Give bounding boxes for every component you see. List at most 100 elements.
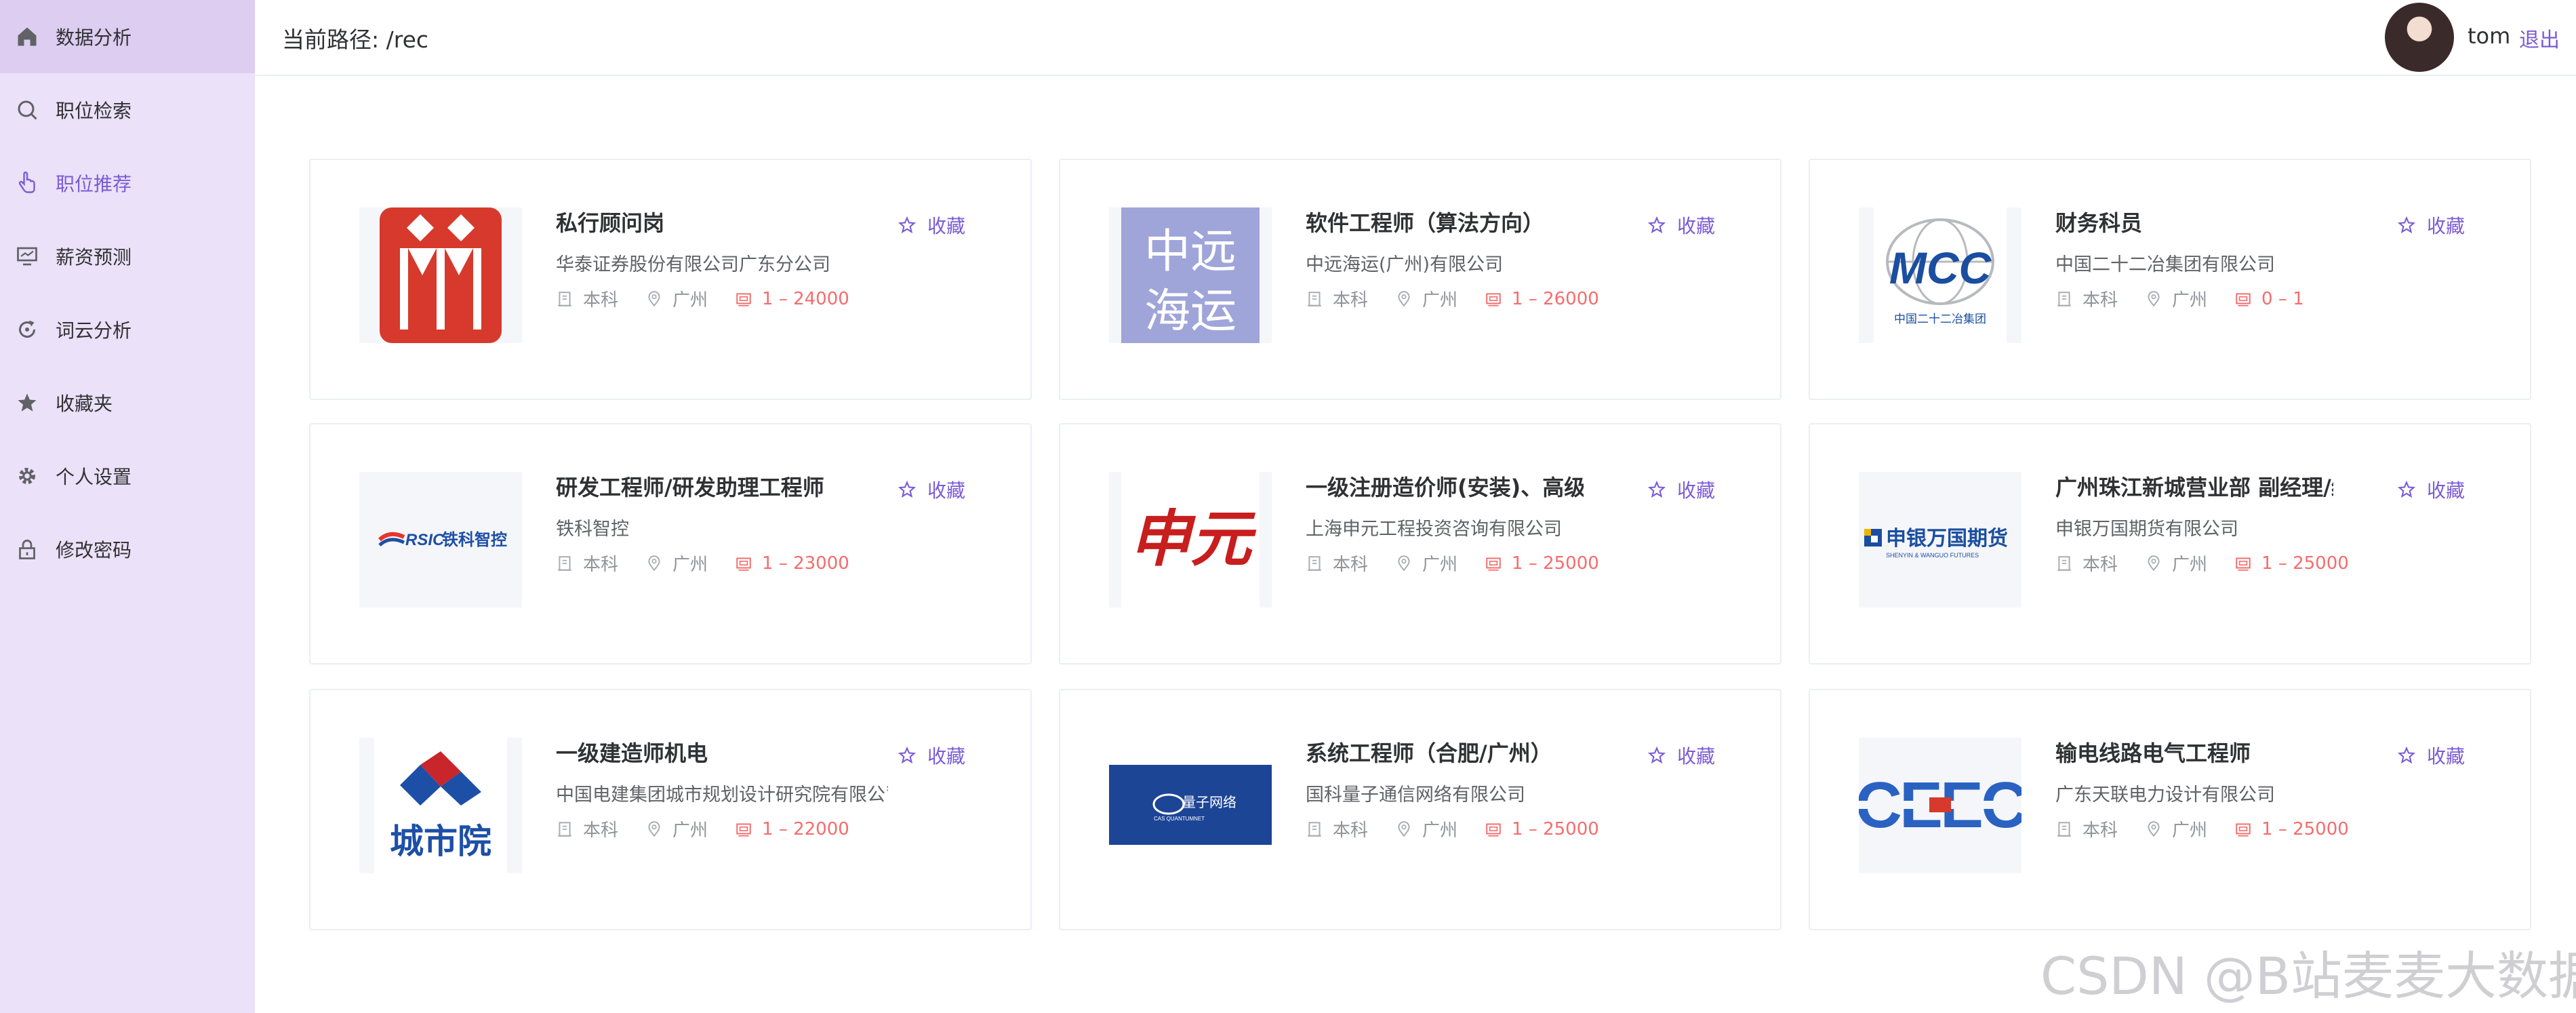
job-title[interactable]: 广州珠江新城营业部 副经理/经理助理 <box>2055 471 2333 502</box>
avatar[interactable] <box>2385 3 2454 72</box>
city: 广州 <box>1422 290 1458 311</box>
education: 本科 <box>583 820 619 841</box>
job-title[interactable]: 软件工程师（算法方向） <box>1306 206 1584 237</box>
favorite-label: 收藏 <box>2427 479 2466 502</box>
svg-text:CAS QUANTUMNET: CAS QUANTUMNET <box>1154 816 1205 822</box>
sidebar-item-label: 修改密码 <box>56 539 132 561</box>
job-title[interactable]: 一级建造师机电 <box>556 736 834 768</box>
sidebar-item-label: 职位检索 <box>56 100 132 122</box>
top-header: 当前路径: /rec tom 退出 <box>255 0 2576 76</box>
search-icon <box>18 100 37 120</box>
education: 本科 <box>1333 555 1369 575</box>
job-card[interactable]: 私行顾问岗 华泰证券股份有限公司广东分公司 本科 广州 1 – 24000 收藏 <box>309 159 1032 400</box>
money-icon <box>2236 822 2251 837</box>
job-card[interactable]: MCC 中国二十二冶集团 财务科员 中国二十二冶集团有限公司 本科 广州 0 –… <box>1809 159 2531 400</box>
watermark: CSDN @B站麦麦大数据 <box>2040 946 2576 1006</box>
favorite-label: 收藏 <box>1677 479 1716 502</box>
job-card[interactable]: 城市院 一级建造师机电 中国电建集团城市规划设计研究院有限公司 本科 广州 1 … <box>309 689 1032 930</box>
sidebar-item-label: 词云分析 <box>56 319 132 342</box>
job-title[interactable]: 系统工程师（合肥/广州） <box>1306 736 1584 768</box>
sidebar-item-label: 职位推荐 <box>56 173 132 195</box>
favorite-button[interactable]: 收藏 <box>2397 476 2465 503</box>
company-logo: RSIC 铁科智控 <box>359 472 522 608</box>
favorite-label: 收藏 <box>2427 745 2466 768</box>
location-icon <box>648 290 660 306</box>
location-icon <box>648 820 660 837</box>
money-icon <box>1486 822 1501 837</box>
svg-text:SHENYIN & WANGUO FUTURES: SHENYIN & WANGUO FUTURES <box>1886 552 1979 559</box>
sidebar-item-data-analysis[interactable]: 数据分析 <box>0 0 255 73</box>
company-logo: CEEC <box>1859 738 2021 873</box>
favorite-button[interactable]: 收藏 <box>1647 476 1715 503</box>
city: 广州 <box>1422 555 1458 575</box>
favorite-button[interactable]: 收藏 <box>2397 212 2465 239</box>
job-title[interactable]: 研发工程师/研发助理工程师 <box>556 471 834 502</box>
city: 广州 <box>2172 290 2208 311</box>
building-icon <box>1308 821 1321 837</box>
education: 本科 <box>583 555 619 575</box>
sidebar-item-label: 收藏夹 <box>56 393 113 415</box>
favorite-button[interactable]: 收藏 <box>898 212 965 239</box>
job-card[interactable]: 申银万国期货 SHENYIN & WANGUO FUTURES 广州珠江新城营业… <box>1809 423 2531 664</box>
star-outline-icon <box>898 216 917 234</box>
job-card[interactable]: CEEC 输电线路电气工程师 广东天联电力设计有限公司 本科 广州 1 – 25… <box>1809 689 2531 930</box>
favorite-button[interactable]: 收藏 <box>898 476 965 503</box>
job-card[interactable]: 申元 一级注册造价师(安装)、高级工程师 上海申元工程投资咨询有限公司 本科 广… <box>1059 423 1782 664</box>
job-card[interactable]: 中远 海运 软件工程师（算法方向） 中远海运(广州)有限公司 本科 广州 1 –… <box>1059 159 1782 400</box>
favorite-label: 收藏 <box>1677 745 1716 768</box>
salary: 1 – 25000 <box>1512 553 1599 574</box>
city: 广州 <box>2172 820 2208 841</box>
favorite-button[interactable]: 收藏 <box>1647 742 1715 769</box>
favorite-button[interactable]: 收藏 <box>2397 742 2465 769</box>
logout-link[interactable]: 退出 <box>2519 23 2560 53</box>
company-logo: MCC 中国二十二冶集团 <box>1859 207 2021 343</box>
money-icon <box>1486 292 1501 306</box>
svg-text:RSIC: RSIC <box>405 531 445 549</box>
svg-text:铁科智控: 铁科智控 <box>442 530 507 549</box>
job-title[interactable]: 一级注册造价师(安装)、高级工程师 <box>1306 471 1584 502</box>
money-icon <box>2236 292 2251 306</box>
location-icon <box>648 555 660 571</box>
sidebar-item-job-search[interactable]: 职位检索 <box>0 73 255 146</box>
salary: 0 – 1 <box>2261 288 2304 309</box>
job-card[interactable]: RSIC 铁科智控 研发工程师/研发助理工程师 铁科智控 本科 广州 1 – 2… <box>309 423 1032 664</box>
star-outline-icon <box>898 746 917 764</box>
sidebar-item-favorites[interactable]: 收藏夹 <box>0 366 255 439</box>
svg-text:申银万国期货: 申银万国期货 <box>1886 527 2008 551</box>
job-meta: 本科 广州 1 – 26000 <box>1306 286 1626 311</box>
city: 广州 <box>672 820 708 841</box>
education: 本科 <box>583 290 619 311</box>
favorite-label: 收藏 <box>1677 215 1716 237</box>
sidebar-item-job-recommend[interactable]: 职位推荐 <box>0 146 255 220</box>
svg-text:量子网络: 量子网络 <box>1182 794 1236 810</box>
salary: 1 – 22000 <box>762 818 849 839</box>
salary: 1 – 26000 <box>1512 288 1599 309</box>
favorite-button[interactable]: 收藏 <box>1647 212 1715 239</box>
sidebar-item-wordcloud[interactable]: 词云分析 <box>0 293 255 366</box>
money-icon <box>736 557 751 571</box>
job-title[interactable]: 私行顾问岗 <box>556 206 834 237</box>
education: 本科 <box>2082 555 2118 575</box>
job-meta: 本科 广州 1 – 25000 <box>1306 816 1626 841</box>
company-logo: 量子网络 CAS QUANTUMNET <box>1109 738 1272 873</box>
pointer-hand-icon <box>18 172 35 193</box>
svg-text:城市院: 城市院 <box>390 822 491 861</box>
sidebar-item-label: 薪资预测 <box>56 246 132 269</box>
favorite-button[interactable]: 收藏 <box>898 742 965 769</box>
job-card[interactable]: 量子网络 CAS QUANTUMNET 系统工程师（合肥/广州） 国科量子通信网… <box>1059 689 1782 930</box>
sidebar-item-salary-predict[interactable]: 薪资预测 <box>0 220 255 293</box>
favorite-label: 收藏 <box>2427 215 2466 237</box>
job-title[interactable]: 财务科员 <box>2055 206 2333 237</box>
company-logo: 城市院 <box>359 738 522 873</box>
job-title[interactable]: 输电线路电气工程师 <box>2055 736 2333 768</box>
sidebar: 数据分析 职位检索 职位推荐 薪资预测 词云分析 收藏夹 个人设置 修改密码 <box>0 0 255 1013</box>
sidebar-item-settings[interactable]: 个人设置 <box>0 439 255 513</box>
city: 广州 <box>672 555 708 575</box>
sidebar-item-label: 个人设置 <box>56 466 132 488</box>
sidebar-item-change-password[interactable]: 修改密码 <box>0 513 255 586</box>
building-icon <box>2057 291 2071 306</box>
company-logo: 中远 海运 <box>1109 207 1272 343</box>
education: 本科 <box>1333 290 1369 311</box>
salary: 1 – 25000 <box>1512 818 1599 839</box>
city: 广州 <box>672 290 708 311</box>
